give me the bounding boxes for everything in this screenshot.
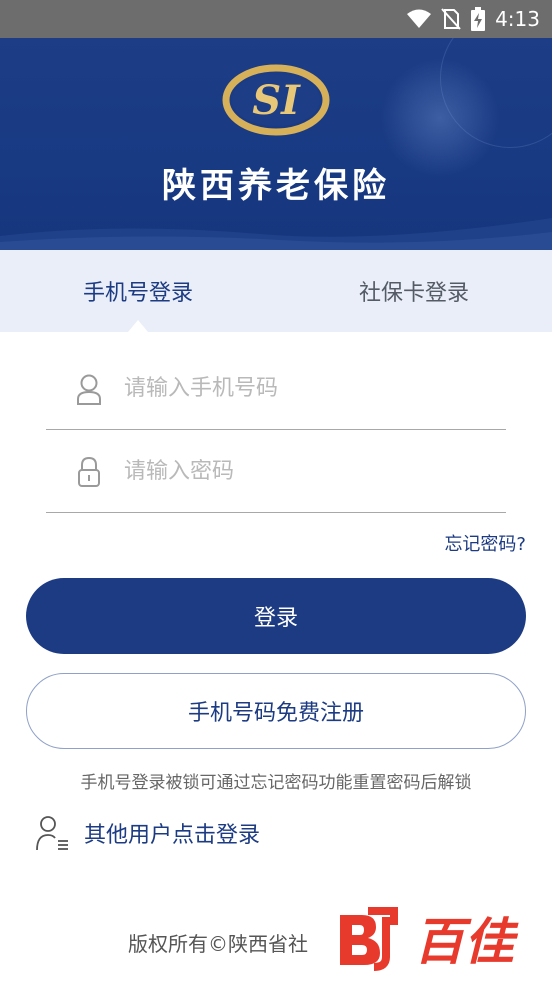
tab-social-card-login[interactable]: 社保卡登录	[276, 250, 552, 332]
user-icon	[72, 369, 106, 409]
baijia-watermark-logo: 百佳	[340, 907, 519, 971]
tab-active-pointer	[128, 320, 148, 332]
phone-field	[46, 348, 506, 430]
status-bar: 4:13	[0, 0, 552, 38]
logo-text: SI	[252, 77, 301, 124]
login-button[interactable]: 登录	[26, 578, 526, 654]
login-tabs: 手机号登录 社保卡登录	[0, 250, 552, 332]
status-icons: 4:13	[407, 0, 540, 38]
lock-icon	[72, 452, 106, 492]
header-banner: SI 陕西养老保险	[0, 38, 552, 250]
watermark-text: 百佳	[414, 913, 519, 971]
password-field	[46, 431, 506, 513]
wifi-icon	[407, 9, 432, 28]
status-time: 4:13	[495, 7, 540, 31]
password-input[interactable]	[124, 459, 484, 484]
tab-social-card-login-label: 社保卡登录	[358, 281, 469, 306]
tab-phone-login-label: 手机号登录	[82, 281, 193, 306]
other-user-login-label: 其他用户点击登录	[84, 823, 261, 848]
phone-input[interactable]	[124, 376, 484, 401]
no-sim-icon	[441, 8, 461, 30]
tab-phone-login[interactable]: 手机号登录	[0, 250, 276, 332]
si-logo-icon: SI	[222, 64, 330, 136]
banner-wave	[0, 218, 552, 250]
register-button[interactable]: 手机号码免费注册	[26, 673, 526, 749]
other-user-login[interactable]: 其他用户点击登录	[36, 808, 260, 858]
forgot-password-link[interactable]: 忘记密码?	[444, 530, 526, 556]
copyright-text: 版权所有©陕西省社	[128, 932, 308, 956]
unlock-hint: 手机号登录被锁可通过忘记密码功能重置密码后解锁	[80, 773, 472, 793]
app-title: 陕西养老保险	[162, 166, 390, 206]
user-list-icon	[36, 816, 68, 851]
battery-charging-icon	[471, 7, 486, 31]
